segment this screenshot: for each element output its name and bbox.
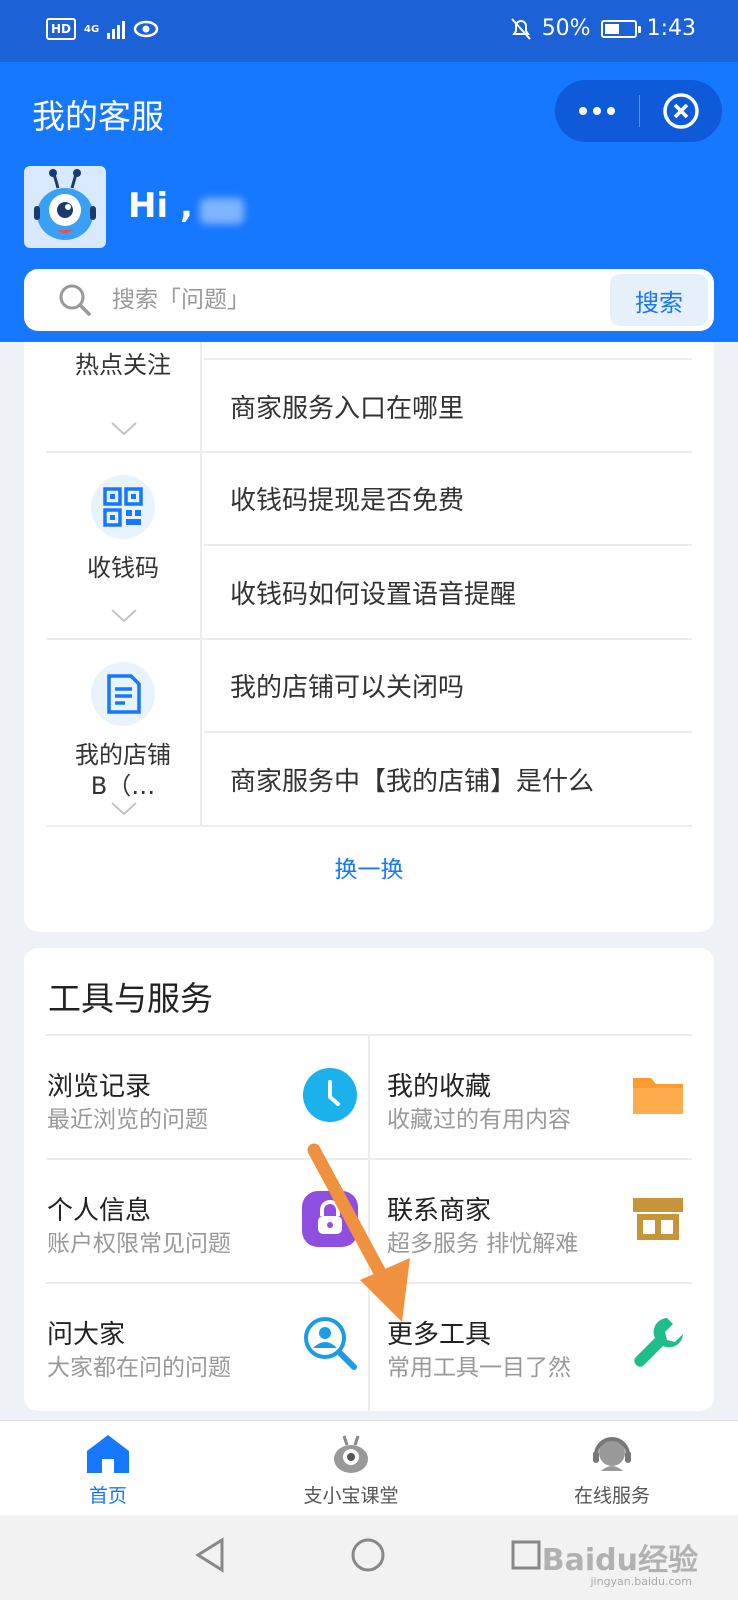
avatar — [24, 166, 106, 248]
question-item[interactable]: 我的店铺可以关闭吗 — [204, 640, 692, 733]
tool-more-tools[interactable]: 更多工具 常用工具一目了然 — [387, 1284, 709, 1408]
annotation-arrow — [307, 1143, 410, 1322]
watermark-url: jingyan.baidu.com — [590, 1575, 692, 1588]
bottom-tab-bar: 首页 支小宝课堂 在线服务 — [0, 1420, 738, 1515]
tool-title: 个人信息 — [47, 1196, 152, 1226]
system-nav-bar: Baidu经验 jingyan.baidu.com — [0, 1515, 738, 1600]
category-label: 收钱码 — [87, 554, 159, 582]
tab-online-service[interactable]: 在线服务 — [532, 1433, 692, 1508]
clock-time: 1:43 — [646, 16, 696, 41]
back-icon[interactable] — [194, 1537, 226, 1573]
clock-icon — [303, 1068, 357, 1122]
swap-button[interactable]: 换一换 — [24, 850, 714, 884]
category-row-hot: 热点关注 商家服务入口在哪里 — [46, 342, 692, 453]
tool-subtitle: 账户权限常见问题 — [47, 1231, 231, 1257]
close-icon — [663, 93, 699, 129]
category-row-store: 我的店铺B（… 我的店铺可以关闭吗 商家服务中【我的店铺】是什么 — [46, 640, 692, 827]
chevron-down-icon — [111, 802, 137, 816]
tool-subtitle: 大家都在问的问题 — [47, 1355, 231, 1381]
tool-title: 我的收藏 — [387, 1072, 492, 1102]
tab-classroom[interactable]: 支小宝课堂 — [271, 1433, 431, 1508]
chevron-down-icon — [111, 422, 137, 436]
tool-contact-merchant[interactable]: 联系商家 超多服务 排忧解难 — [387, 1160, 709, 1284]
tool-title: 问大家 — [47, 1320, 126, 1350]
recents-icon[interactable] — [510, 1539, 542, 1571]
tool-favorites[interactable]: 我的收藏 收藏过的有用内容 — [387, 1036, 709, 1160]
chevron-down-icon — [111, 609, 137, 623]
user-name-redacted — [200, 198, 244, 224]
question-item[interactable]: 收钱码提现是否免费 — [204, 453, 692, 546]
tab-label: 支小宝课堂 — [303, 1485, 399, 1507]
tab-label: 在线服务 — [573, 1485, 650, 1507]
status-bar: HD 4G 50% 1:43 — [0, 0, 738, 62]
store-icon — [633, 1198, 683, 1240]
tools-title: 工具与服务 — [48, 979, 213, 1018]
close-button[interactable] — [640, 92, 722, 130]
page-title: 我的客服 — [32, 97, 164, 136]
watermark-text: Baidu经验 — [541, 1543, 698, 1578]
category-qr[interactable]: 收钱码 — [46, 453, 202, 638]
tab-home[interactable]: 首页 — [28, 1433, 188, 1508]
headset-icon — [593, 1437, 631, 1471]
wrench-icon — [634, 1318, 683, 1367]
battery-icon — [600, 19, 641, 38]
mascot-avatar-icon — [34, 169, 96, 240]
search-button[interactable]: 搜索 — [610, 274, 708, 326]
category-row-qr: 收钱码 收钱码提现是否免费 收钱码如何设置语音提醒 — [46, 453, 692, 640]
header: 我的客服 Hi , 搜索 — [0, 62, 738, 342]
tool-subtitle: 最近浏览的问题 — [47, 1107, 208, 1133]
category-label: 热点关注 — [75, 351, 171, 379]
signal-icon — [107, 19, 126, 39]
hd-badge: HD — [46, 18, 77, 40]
tool-title: 浏览记录 — [47, 1072, 152, 1102]
hot-questions-card: 热点关注 商家服务入口在哪里 收钱码 收钱码提现是否免费 收钱码如何设置语音提醒… — [24, 342, 714, 932]
more-button[interactable] — [555, 107, 639, 115]
folder-icon — [633, 1078, 683, 1114]
category-store[interactable]: 我的店铺B（… — [46, 640, 202, 825]
home-nav-icon[interactable] — [350, 1537, 386, 1573]
home-icon — [87, 1435, 129, 1473]
qr-code-icon — [91, 475, 155, 539]
mascot-icon — [334, 1435, 368, 1473]
mini-program-capsule — [555, 80, 722, 142]
category-hot[interactable]: 热点关注 — [46, 342, 202, 451]
category-label: 我的店铺B（… — [75, 741, 171, 800]
battery-percent: 50% — [541, 16, 591, 41]
eye-icon — [133, 20, 159, 38]
greeting-text: Hi , — [128, 186, 193, 226]
question-item[interactable]: 收钱码如何设置语音提醒 — [204, 546, 692, 639]
document-icon — [91, 662, 155, 726]
tool-subtitle: 常用工具一目了然 — [387, 1355, 571, 1381]
search-icon — [59, 284, 91, 316]
mute-bell-icon — [510, 17, 531, 40]
network-type: 4G — [84, 23, 100, 35]
search-bar[interactable]: 搜索 — [24, 269, 714, 331]
question-item[interactable]: 商家服务中【我的店铺】是什么 — [204, 733, 692, 826]
tab-label: 首页 — [88, 1485, 127, 1507]
search-input[interactable] — [112, 269, 612, 331]
question-item[interactable]: 商家服务入口在哪里 — [204, 360, 692, 453]
tool-subtitle: 收藏过的有用内容 — [387, 1107, 571, 1133]
